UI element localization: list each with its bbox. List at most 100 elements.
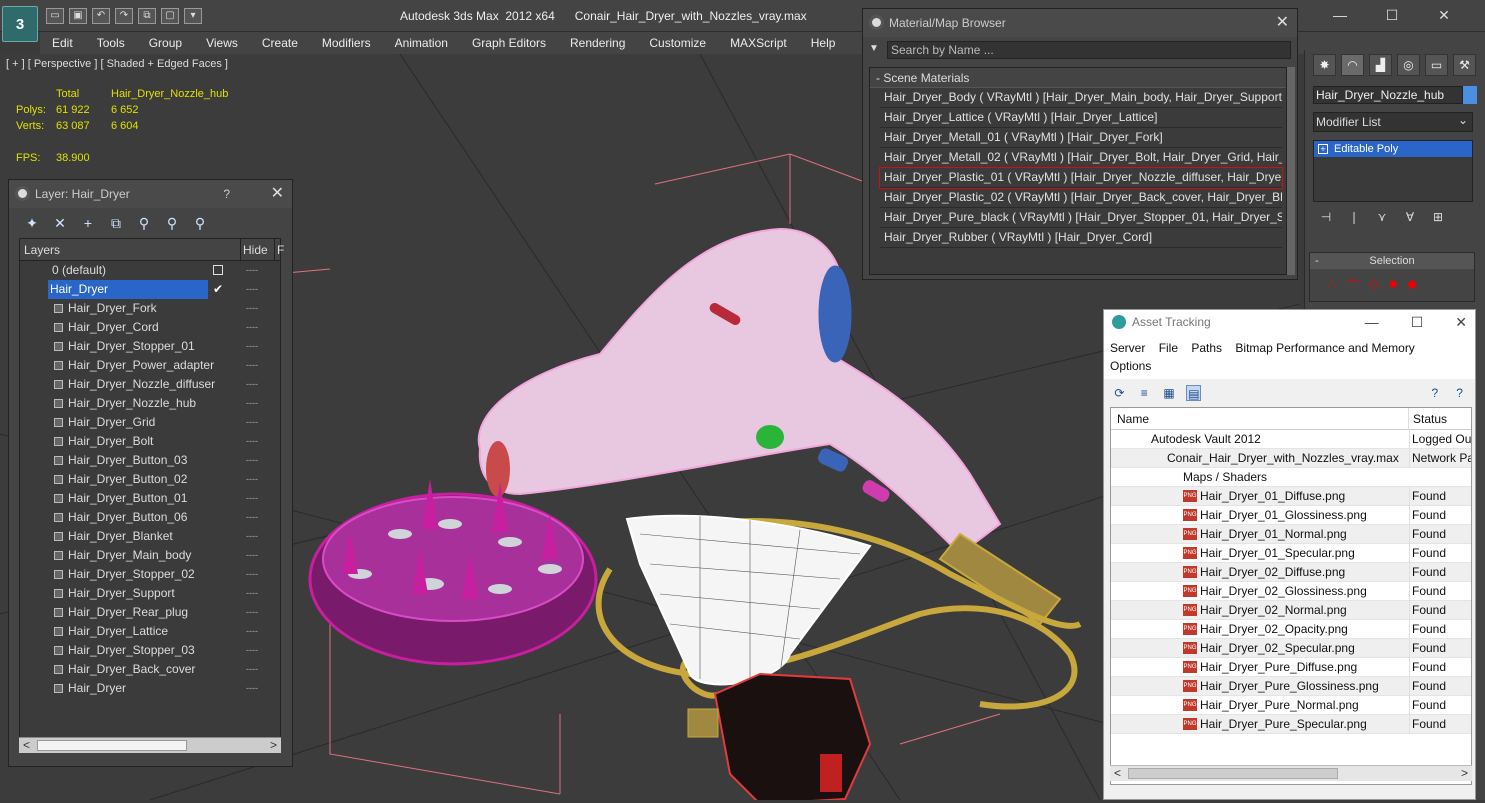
material-item[interactable]: Hair_Dryer_Lattice ( VRayMtl ) [Hair_Dry…	[880, 108, 1282, 128]
layer-object-row[interactable]: Hair_Dryer_Grid ----	[20, 413, 280, 432]
scroll-left-icon[interactable]: <	[23, 738, 30, 752]
table-row[interactable]: PNG Hair_Dryer_Pure_Diffuse.png Found	[1111, 658, 1471, 677]
table-row[interactable]: PNG Hair_Dryer_01_Glossiness.png Found	[1111, 506, 1471, 525]
name-column-header[interactable]: Name	[1117, 408, 1149, 430]
material-item[interactable]: Hair_Dryer_Metall_01 ( VRayMtl ) [Hair_D…	[880, 128, 1282, 148]
scroll-right-icon[interactable]: >	[1461, 766, 1468, 780]
menu-customize[interactable]: Customize	[637, 36, 718, 50]
options-dropdown-icon[interactable]: ▼	[869, 43, 879, 54]
menu-tools[interactable]: Tools	[85, 36, 137, 50]
layer-object-row[interactable]: Hair_Dryer_Rear_plug ----	[20, 603, 280, 622]
hide-toggle[interactable]: ----	[246, 584, 258, 603]
current-layer-icon[interactable]	[213, 265, 223, 275]
hide-toggle[interactable]: ----	[246, 451, 258, 470]
table-row[interactable]: PNG Hair_Dryer_02_Opacity.png Found	[1111, 620, 1471, 639]
layer-object-row[interactable]: Hair_Dryer_Support ----	[20, 584, 280, 603]
layer-object-row[interactable]: Hair_Dryer_Button_01 ----	[20, 489, 280, 508]
close-button[interactable]: ✕	[1455, 310, 1467, 335]
context-help-icon[interactable]: ?	[1452, 385, 1467, 401]
table-row[interactable]: PNG Hair_Dryer_02_Normal.png Found	[1111, 601, 1471, 620]
close-icon[interactable]: ✕	[1276, 9, 1289, 37]
pin-stack-icon[interactable]: ⊣	[1319, 210, 1333, 224]
layer-object-row[interactable]: Hair_Dryer_Lattice ----	[20, 622, 280, 641]
power-adapter-model[interactable]	[687, 672, 872, 803]
menu-maxscript[interactable]: MAXScript	[718, 36, 799, 50]
table-row[interactable]: PNG Hair_Dryer_01_Normal.png Found	[1111, 525, 1471, 544]
table-row[interactable]: PNG Hair_Dryer_01_Specular.png Found	[1111, 544, 1471, 563]
hide-toggle[interactable]: ----	[246, 394, 258, 413]
vertex-icon[interactable]: ∴	[1328, 276, 1336, 295]
scene-materials-group[interactable]: - Scene Materials	[870, 68, 1286, 88]
table-row[interactable]: PNG Hair_Dryer_Pure_Specular.png Found	[1111, 715, 1471, 734]
layer-horizontal-scrollbar[interactable]: < >	[19, 737, 281, 753]
viewport-label[interactable]: [ + ] [ Perspective ] [ Shaded + Edged F…	[6, 58, 228, 70]
hide-toggle[interactable]: ----	[246, 603, 258, 622]
nozzle-hub-model[interactable]	[625, 514, 872, 686]
layer-object-row[interactable]: Hair_Dryer ----	[20, 679, 280, 698]
layer-object-row[interactable]: Hair_Dryer_Main_body ----	[20, 546, 280, 565]
minimize-button[interactable]: —	[1365, 310, 1379, 335]
hide-toggle[interactable]: ----	[246, 527, 258, 546]
remove-modifier-icon[interactable]: ∀	[1403, 210, 1417, 224]
close-icon[interactable]: ✕	[271, 180, 284, 208]
hide-toggle[interactable]: ----	[246, 318, 258, 337]
hide-toggle[interactable]: ----	[246, 280, 258, 299]
layer-object-row[interactable]: Hair_Dryer_Power_adapter ----	[20, 356, 280, 375]
hide-toggle[interactable]: ----	[246, 375, 258, 394]
border-icon[interactable]: ◇	[1369, 276, 1379, 295]
material-item[interactable]: Hair_Dryer_Plastic_02 ( VRayMtl ) [Hair_…	[880, 188, 1282, 208]
table-row[interactable]: PNG Hair_Dryer_01_Diffuse.png Found	[1111, 487, 1471, 506]
hide-toggle[interactable]: ----	[246, 470, 258, 489]
maximize-button[interactable]: ☐	[1372, 4, 1412, 26]
hide-toggle[interactable]: ----	[246, 299, 258, 318]
menu-server[interactable]: Server	[1110, 341, 1145, 355]
freeze-all-icon[interactable]: ⚲	[191, 214, 209, 232]
table-row[interactable]: Autodesk Vault 2012 Logged Out	[1111, 430, 1471, 449]
layer-object-row[interactable]: Hair_Dryer_Fork ----	[20, 299, 280, 318]
refresh-icon[interactable]: ⟳	[1112, 385, 1127, 401]
table-row[interactable]: PNG Hair_Dryer_02_Diffuse.png Found	[1111, 563, 1471, 582]
hide-toggle[interactable]: ----	[246, 337, 258, 356]
redo-icon[interactable]: ↷	[115, 8, 133, 24]
menu-group[interactable]: Group	[137, 36, 194, 50]
layer-object-row[interactable]: Hair_Dryer_Nozzle_diffuser ----	[20, 375, 280, 394]
layer-object-row[interactable]: Hair_Dryer_Back_cover ----	[20, 660, 280, 679]
quick-access-dropdown-icon[interactable]: ▾	[184, 8, 202, 24]
table-row[interactable]: PNG Hair_Dryer_02_Glossiness.png Found	[1111, 582, 1471, 601]
polygon-icon[interactable]: ■	[1389, 276, 1397, 295]
menu-graph-editors[interactable]: Graph Editors	[460, 36, 558, 50]
help-icon[interactable]: ?	[1427, 385, 1442, 401]
hide-toggle[interactable]: ----	[246, 660, 258, 679]
asset-horizontal-scrollbar[interactable]: < >	[1110, 765, 1472, 781]
scroll-thumb[interactable]	[1128, 768, 1338, 779]
open-icon[interactable]: ▢	[161, 8, 179, 24]
object-color-swatch[interactable]	[1463, 86, 1477, 104]
minimize-button[interactable]: —	[1320, 4, 1360, 26]
layer-object-row[interactable]: Hair_Dryer_Stopper_01 ----	[20, 337, 280, 356]
scroll-thumb[interactable]	[37, 740, 187, 751]
menu-modifiers[interactable]: Modifiers	[310, 36, 383, 50]
hide-toggle[interactable]: ----	[246, 679, 258, 698]
select-objects-icon[interactable]: ⧉	[107, 214, 125, 232]
menu-file[interactable]: File	[1159, 341, 1178, 355]
material-item[interactable]: Hair_Dryer_Metall_02 ( VRayMtl ) [Hair_D…	[880, 148, 1282, 168]
project-folder-icon[interactable]: ⧉	[138, 8, 156, 24]
menu-animation[interactable]: Animation	[383, 36, 460, 50]
scroll-right-icon[interactable]: >	[270, 738, 277, 752]
edge-icon[interactable]: ⌒	[1346, 276, 1359, 295]
hide-toggle[interactable]: ----	[246, 641, 258, 660]
status-column-header[interactable]: Status	[1408, 408, 1447, 430]
material-item-selected[interactable]: Hair_Dryer_Plastic_01 ( VRayMtl ) [Hair_…	[879, 167, 1283, 189]
configure-sets-icon[interactable]: ⊞	[1431, 210, 1445, 224]
hierarchy-tab-icon[interactable]: ▟	[1369, 54, 1392, 76]
hide-toggle[interactable]: ----	[246, 432, 258, 451]
show-end-result-icon[interactable]: ❘	[1347, 210, 1361, 224]
utilities-tab-icon[interactable]: ⚒	[1453, 54, 1476, 76]
hide-toggle[interactable]: ----	[246, 546, 258, 565]
make-unique-icon[interactable]: ⋎	[1375, 210, 1389, 224]
table-row[interactable]: PNG Hair_Dryer_02_Specular.png Found	[1111, 639, 1471, 658]
motion-tab-icon[interactable]: ◎	[1397, 54, 1420, 76]
modifier-list-dropdown[interactable]: Modifier List ⌄	[1313, 112, 1473, 132]
layer-object-row[interactable]: Hair_Dryer_Bolt ----	[20, 432, 280, 451]
app-logo-icon[interactable]: 3	[2, 6, 38, 42]
